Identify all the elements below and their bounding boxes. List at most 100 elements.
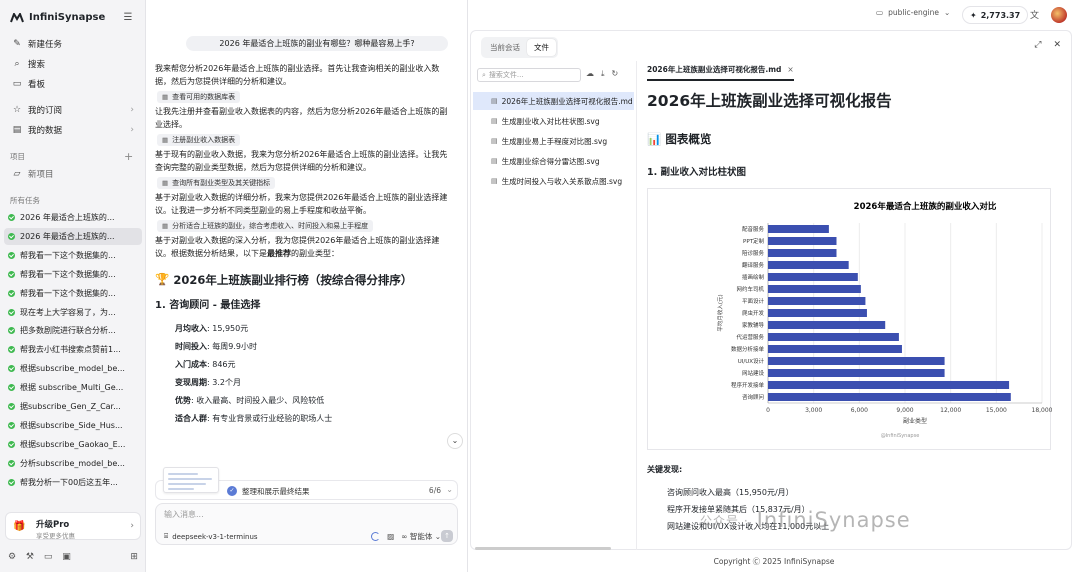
credits-badge[interactable]: ✦ 2,773.37 <box>962 6 1029 24</box>
refresh-icon[interactable]: ↻ <box>612 69 619 79</box>
task-item[interactable]: 根据subscribe_Side_Hus... <box>4 417 142 434</box>
file-item[interactable]: ▤ 2026年上班族副业选择可视化报告.md <box>473 92 634 110</box>
file-item[interactable]: ▤ 生成副业收入对比柱状图.svg <box>473 112 634 130</box>
document-tab[interactable]: 2026年上班族副业选择可视化报告.md × <box>647 64 794 81</box>
upload-cloud-icon[interactable]: ☁ <box>586 69 594 79</box>
sidebar-collapse-icon[interactable]: ☰ <box>122 12 134 24</box>
avatar[interactable] <box>1051 7 1067 23</box>
expand-icon[interactable]: ⤢ <box>1034 40 1041 50</box>
watermark: 公众号 · InfiniSynapse <box>700 508 911 532</box>
task-item[interactable]: 分析subscribe_model_be... <box>4 455 142 472</box>
divider <box>467 0 468 572</box>
nav-my-data[interactable]: ▤ 我的数据 › <box>6 121 140 139</box>
send-button[interactable]: ↑ <box>441 530 453 542</box>
tool-call[interactable]: ▦ 分析适合上班族的副业，综合考虑收入、时间投入和易上手程度 <box>157 220 374 232</box>
user-question: 2026 年最适合上班族的副业有哪些？哪种最容易上手? <box>186 36 448 51</box>
file-name: 2026年上班族副业选择可视化报告.md <box>501 96 633 106</box>
nav-new-task[interactable]: ✎ 新建任务 <box>6 35 140 53</box>
app-logo[interactable]: InfiniSynapse <box>10 12 105 23</box>
nav-board[interactable]: ▭ 看板 <box>6 75 140 93</box>
task-progress[interactable]: ✓ 整理和展示最终结果 6/6 ⌄ <box>155 467 458 500</box>
engine-selector[interactable]: ▭ public-engine ⌄ <box>876 8 950 17</box>
file-item[interactable]: ▤ 生成时间投入与收入关系散点图.svg <box>473 172 634 190</box>
task-item[interactable]: 帮我去小红书搜索点赞前1... <box>4 341 142 358</box>
task-item[interactable]: 帮我看一下这个数据集的... <box>4 247 142 264</box>
assistant-text: 我来帮您分析2026年最适合上班族的副业选择。首先让我查询相关的副业收入数据，然… <box>155 64 440 86</box>
bar <box>768 333 899 341</box>
preview-thumbnail[interactable] <box>163 467 219 493</box>
nav-label: 我的数据 <box>28 126 63 136</box>
file-name: 生成副业综合得分雷达图.svg <box>501 156 600 166</box>
file-item[interactable]: ▤ 生成副业综合得分雷达图.svg <box>473 152 634 170</box>
tool-call[interactable]: ▦ 查询所有副业类型及其关键指标 <box>157 177 276 189</box>
tab-current-session[interactable]: 当前会话 <box>483 39 527 56</box>
translate-icon[interactable]: 文 <box>1030 8 1039 21</box>
bar <box>768 285 861 293</box>
task-item[interactable]: 帮我分析一下00后这五年... <box>4 474 142 491</box>
task-label: 据subscribe_Gen_Z_Car... <box>20 402 121 411</box>
assistant-text: 基于对副业收入数据的深入分析，我为您提供2026年最适合上班族的副业选择建议。根… <box>155 235 455 260</box>
tool-call[interactable]: ▦ 查看可用的数据库表 <box>157 91 241 103</box>
x-tick-label: 18,000 <box>1032 407 1053 414</box>
file-item[interactable]: ▤ 生成副业易上手程度对比图.svg <box>473 132 634 150</box>
y-category-label: 数据分析接单 <box>731 345 765 353</box>
item-heading: 1. 咨询顾问 - 最佳选择 <box>155 300 261 311</box>
data-icon: ▤ <box>12 125 22 135</box>
task-item[interactable]: 帮我看一下这个数据集的... <box>4 285 142 302</box>
tab-files[interactable]: 文件 <box>527 39 556 56</box>
message-input-box[interactable]: 输入消息... ⌸ deepseek-v3-1-terminus ▨ ∞ 智能体 … <box>155 503 458 545</box>
message-input[interactable]: 输入消息... <box>164 509 204 520</box>
y-category-label: 翻译服务 <box>742 261 765 269</box>
task-item[interactable]: 据subscribe_Gen_Z_Car... <box>4 398 142 415</box>
agent-toggle[interactable]: ∞ 智能体 ⌄ <box>401 531 441 542</box>
download-icon[interactable]: ⤓ <box>601 69 605 79</box>
task-item[interactable]: 2026 年最适合上班族的... <box>4 209 142 226</box>
add-project-icon[interactable]: + <box>124 150 133 163</box>
detail-value: : 3.2个月 <box>207 378 241 387</box>
heading-text: 图表概览 <box>665 132 712 146</box>
document-tab-label: 2026年上班族副业选择可视化报告.md <box>647 65 782 74</box>
x-tick-label: 0 <box>766 407 770 414</box>
edit-icon: ✎ <box>13 39 21 49</box>
heading-text: 2026年上班族副业排行榜（按综合得分排序） <box>173 273 413 287</box>
tools-icon[interactable]: ⚒ <box>26 552 34 562</box>
divider <box>636 61 637 550</box>
input-actions: ▨ ∞ 智能体 ⌄ <box>371 531 441 542</box>
credits-value: 2,773.37 <box>980 10 1021 20</box>
nav-subscriptions[interactable]: ☆ 我的订阅 › <box>6 101 140 119</box>
task-item[interactable]: 帮我看一下这个数据集的... <box>4 266 142 283</box>
task-label: 把多数剧院进行联合分析... <box>20 326 116 336</box>
apps-icon[interactable]: ⊞ <box>130 552 138 562</box>
task-item[interactable]: 2026 年最适合上班族的... <box>4 227 142 245</box>
close-icon[interactable]: × <box>787 65 793 74</box>
ranking-heading: 🏆 2026年上班族副业排行榜（按综合得分排序） <box>155 272 455 288</box>
income-bar-chart: 2026年最适合上班族的副业收入对比 0 3,000 6,000 9,000 12,000… <box>716 201 1053 439</box>
check-circle-icon <box>8 308 15 316</box>
nav-search[interactable]: ⌕ 搜索 <box>6 55 140 73</box>
upgrade-pro-card[interactable]: 🎁 升级Pro 享受更多优惠 › <box>5 512 141 540</box>
folder-icon[interactable]: ▭ <box>44 552 53 562</box>
text-bold: 最推荐 <box>267 248 291 258</box>
bar <box>768 249 837 257</box>
task-item[interactable]: 根据subscribe_Gaokao_E... <box>4 436 142 453</box>
new-project[interactable]: ▱ 新项目 <box>6 165 140 183</box>
file-panel: 当前会话 文件 ⤢ ✕ ⌕ 搜索文件... ☁ ⤓ ↻ ▤ 2026年上班族副业选择… <box>470 30 1072 550</box>
tool-call[interactable]: ▦ 注册副业收入数据表 <box>157 134 241 146</box>
check-circle-icon <box>8 232 15 240</box>
settings-icon[interactable]: ⚙ <box>8 552 16 562</box>
scroll-down-icon[interactable]: ⌄ <box>447 433 463 449</box>
task-item[interactable]: 根据subscribe_model_be... <box>4 360 142 377</box>
task-item[interactable]: 根据 subscribe_Multi_Ge... <box>4 379 142 396</box>
task-item[interactable]: 把多数剧院进行联合分析... <box>4 322 142 339</box>
file-icon: ▤ <box>491 117 498 125</box>
close-icon[interactable]: ✕ <box>1053 40 1061 50</box>
app-name: InfiniSynapse <box>29 12 106 23</box>
y-category-label: 平面设计 <box>742 297 765 305</box>
watermark-prefix: 公众号 · <box>700 513 749 528</box>
model-selector[interactable]: ⌸ deepseek-v3-1-terminus <box>164 532 258 541</box>
file-search-input[interactable]: ⌕ 搜索文件... <box>477 68 581 82</box>
monitor-icon[interactable]: ▣ <box>62 552 71 562</box>
file-list-scrollbar[interactable] <box>475 547 611 550</box>
image-icon[interactable]: ▨ <box>387 532 394 541</box>
task-item[interactable]: 现在考上大学容易了，为... <box>4 304 142 321</box>
